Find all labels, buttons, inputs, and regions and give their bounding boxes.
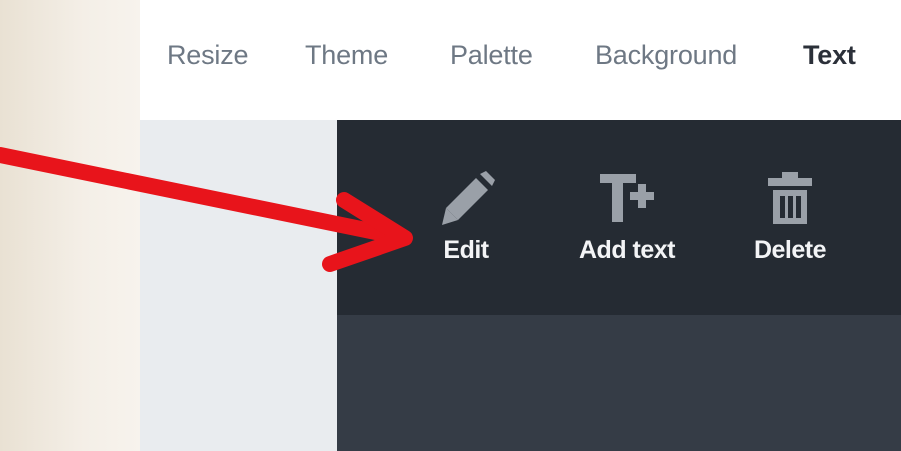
tab-background[interactable]: Background — [595, 40, 737, 71]
canvas-area — [337, 315, 901, 451]
pencil-icon — [442, 171, 495, 225]
add-text-button[interactable]: Add text — [565, 170, 689, 265]
delete-button[interactable]: Delete — [741, 170, 839, 265]
add-text-label: Add text — [579, 236, 676, 264]
edit-label: Edit — [443, 236, 489, 264]
tab-theme[interactable]: Theme — [305, 40, 388, 71]
tab-resize[interactable]: Resize — [167, 40, 249, 71]
tab-palette[interactable]: Palette — [450, 40, 533, 71]
trash-icon — [768, 172, 812, 224]
left-panel — [140, 120, 337, 451]
tab-text[interactable]: Text — [803, 40, 856, 71]
top-tab-bar: Resize Theme Palette Background Text — [140, 0, 901, 120]
page-background — [0, 0, 140, 451]
add-text-icon — [600, 174, 654, 222]
delete-label: Delete — [753, 236, 827, 264]
edit-button[interactable]: Edit — [426, 170, 506, 265]
